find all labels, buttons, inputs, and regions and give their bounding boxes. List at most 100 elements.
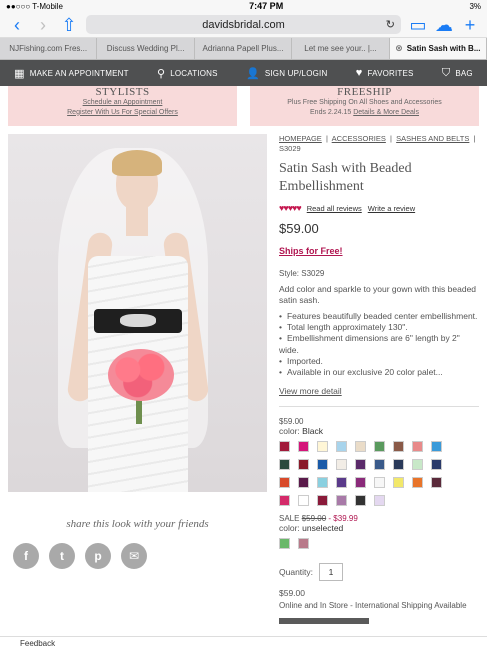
nav-appointment[interactable]: ▦ MAKE AN APPOINTMENT	[14, 67, 129, 80]
color-swatch[interactable]	[336, 494, 347, 506]
nav-bag[interactable]: ⛉ BAG	[442, 67, 473, 80]
tab-let-me-see[interactable]: Let me see your.. |...	[292, 38, 390, 59]
facebook-icon[interactable]: f	[13, 543, 39, 569]
style-number: Style: S3029	[279, 269, 325, 279]
read-reviews-link[interactable]: Read all reviews	[307, 204, 362, 213]
feature-item: Features beautifully beaded center embel…	[279, 311, 479, 322]
tab-label: NJFishing.com Fres...	[9, 44, 88, 53]
sale-color-swatch[interactable]	[298, 537, 309, 549]
rating-row: ♥♥♥♥♥ Read all reviews Write a review	[279, 203, 479, 213]
color-swatch[interactable]	[412, 458, 423, 470]
color-swatch[interactable]	[298, 494, 309, 506]
promo-title: STYLISTS	[95, 86, 150, 98]
sale-color-swatch[interactable]	[279, 537, 290, 549]
hair	[112, 150, 162, 176]
quantity-input[interactable]: 1	[319, 562, 344, 581]
schedule-link[interactable]: Schedule an Appointment	[8, 98, 237, 107]
pinterest-icon[interactable]: p	[85, 543, 111, 569]
forward-icon[interactable]: ›	[34, 16, 52, 34]
color-swatch[interactable]	[279, 458, 290, 470]
sale-old-price: $59.00	[301, 513, 327, 523]
feature-item: Embellishment dimensions are 6" length b…	[279, 333, 479, 355]
color-swatch[interactable]	[355, 494, 366, 506]
clock: 7:47 PM	[249, 1, 284, 11]
color-swatch[interactable]	[298, 458, 309, 470]
color-swatch[interactable]	[393, 440, 404, 452]
color-swatch[interactable]	[336, 458, 347, 470]
twitter-icon[interactable]: t	[49, 543, 75, 569]
color-swatch[interactable]	[412, 440, 423, 452]
color-swatch[interactable]	[317, 440, 328, 452]
promo-text: Plus Free Shipping On All Shoes and Acce…	[287, 99, 442, 107]
nav-signup[interactable]: 👤 SIGN UP/LOGIN	[246, 67, 328, 80]
add-to-bag-button[interactable]	[279, 617, 369, 624]
feedback-link[interactable]: Feedback	[0, 636, 487, 650]
cloud-tabs-icon[interactable]: ☁	[435, 16, 453, 34]
reload-icon[interactable]: ↻	[386, 18, 395, 31]
promo-freeship: FREESHIP Plus Free Shipping On All Shoes…	[250, 86, 479, 126]
color-swatch[interactable]	[279, 476, 290, 488]
ships-free-link[interactable]: Ships for Free!	[279, 246, 479, 256]
write-review-link[interactable]: Write a review	[368, 204, 415, 213]
battery-text: 3%	[469, 1, 481, 11]
color-swatch[interactable]	[431, 476, 442, 488]
color-swatch[interactable]	[412, 476, 423, 488]
color-swatch[interactable]	[393, 458, 404, 470]
color-swatch[interactable]	[298, 440, 309, 452]
color-swatch[interactable]	[355, 458, 366, 470]
tab-satin-sash[interactable]: ⊗ Satin Sash with B...	[389, 38, 487, 59]
nav-favorites[interactable]: ♥ FAVORITES	[356, 67, 414, 79]
image-column: share this look with your friends f t p …	[8, 134, 276, 624]
color-swatch[interactable]	[317, 494, 328, 506]
color-swatch[interactable]	[298, 476, 309, 488]
swatch-price: $59.00	[279, 416, 304, 426]
site-nav: ▦ MAKE AN APPOINTMENT ⚲ LOCATIONS 👤 SIGN UP…	[0, 60, 487, 86]
color-swatch[interactable]	[355, 476, 366, 488]
view-more-link[interactable]: View more detail	[279, 386, 479, 396]
sale-color-swatches	[279, 537, 479, 549]
tab-label: Satin Sash with B...	[406, 44, 481, 53]
color-swatch[interactable]	[355, 440, 366, 452]
color-swatch[interactable]	[374, 458, 385, 470]
tab-njfishing[interactable]: NJFishing.com Fres...	[0, 38, 98, 59]
tab-adrianna[interactable]: Adrianna Papell Plus...	[195, 38, 293, 59]
color-swatch[interactable]	[317, 458, 328, 470]
bookmarks-icon[interactable]: ▭	[409, 16, 427, 34]
calendar-icon: ▦	[14, 67, 25, 80]
color-swatch[interactable]	[374, 494, 385, 506]
color-swatch[interactable]	[336, 476, 347, 488]
close-tab-icon[interactable]: ⊗	[395, 43, 403, 54]
email-icon[interactable]: ✉	[121, 543, 147, 569]
details-column: HOMEPAGE | ACCESSORIES | SASHES AND BELT…	[276, 134, 479, 624]
color-swatch[interactable]	[374, 476, 385, 488]
color-swatch[interactable]	[279, 440, 290, 452]
share-row: f t p ✉	[13, 543, 276, 569]
product-title: Satin Sash with Beaded Embellishment	[279, 160, 412, 195]
color-swatch[interactable]	[374, 440, 385, 452]
product-photo[interactable]	[8, 134, 267, 492]
back-icon[interactable]: ‹	[8, 16, 26, 34]
breadcrumb-home[interactable]: HOMEPAGE	[279, 134, 322, 143]
quantity-label: Quantity:	[279, 566, 314, 577]
new-tab-icon[interactable]: +	[461, 16, 479, 34]
address-bar[interactable]: davidsbridal.com ↻	[86, 15, 401, 34]
color-swatch[interactable]	[431, 440, 442, 452]
color-swatch[interactable]	[279, 494, 290, 506]
details-link[interactable]: Details & More Deals	[353, 109, 419, 116]
color-swatch[interactable]	[393, 476, 404, 488]
nav-locations[interactable]: ⚲ LOCATIONS	[157, 67, 218, 80]
color-swatch[interactable]	[336, 440, 347, 452]
feature-list: Features beautifully beaded center embel…	[279, 311, 479, 377]
bouquet	[108, 349, 174, 401]
register-link[interactable]: Register With Us For Special Offers	[8, 108, 237, 117]
tab-wedding[interactable]: Discuss Wedding Pl...	[97, 38, 195, 59]
share-icon[interactable]: ⇧	[60, 16, 78, 34]
beaded-embellishment	[120, 314, 156, 327]
nav-label: FAVORITES	[367, 68, 414, 78]
breadcrumb-accessories[interactable]: ACCESSORIES	[332, 134, 386, 143]
color-swatch[interactable]	[317, 476, 328, 488]
promo-title: FREESHIP	[337, 86, 392, 98]
color-swatch[interactable]	[431, 458, 442, 470]
breadcrumb-sashes[interactable]: SASHES AND BELTS	[396, 134, 469, 143]
feature-item: Imported.	[279, 356, 479, 367]
